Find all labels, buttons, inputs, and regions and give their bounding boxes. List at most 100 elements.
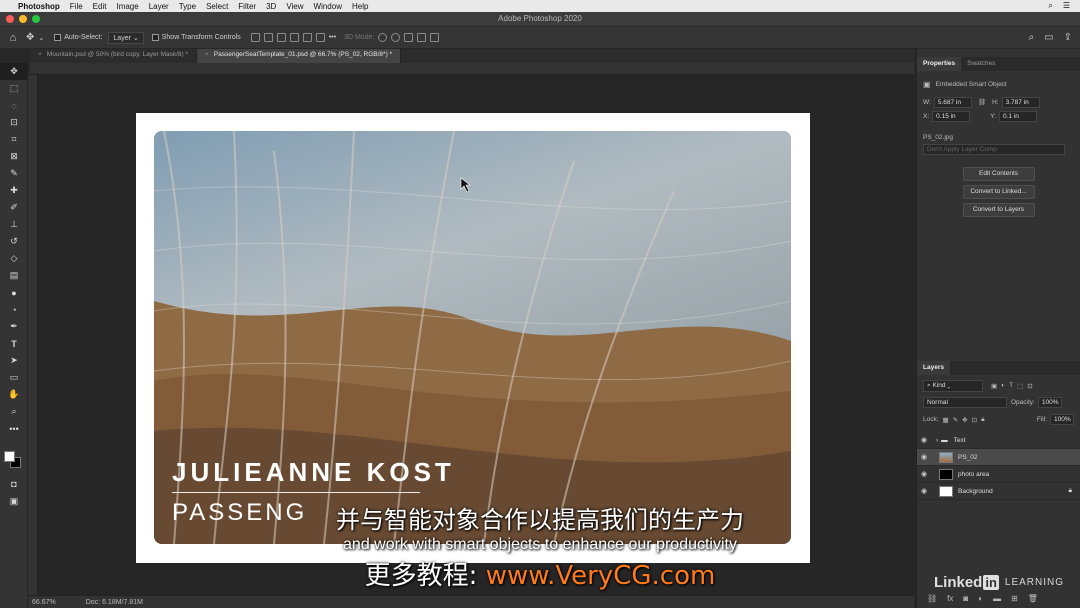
more-options-icon[interactable]: •••	[329, 34, 336, 41]
layer-background[interactable]: ◉ Background 🔒︎	[917, 483, 1080, 500]
blur-tool-icon[interactable]: ●	[0, 284, 28, 301]
menu-type[interactable]: Type	[179, 2, 196, 11]
pan-3d-icon[interactable]	[404, 33, 414, 42]
frame-tool-icon[interactable]: ⊠	[0, 148, 28, 165]
lock-paint-icon[interactable]: ✎	[953, 416, 958, 424]
search-icon[interactable]: ⌕	[1048, 1, 1052, 11]
layer-kind-filter[interactable]: ⌕ Kind ⌄	[923, 379, 983, 392]
align-center-icon[interactable]	[302, 33, 312, 42]
hand-tool-icon[interactable]: ✋	[0, 386, 28, 403]
orbit-3d-icon[interactable]	[378, 33, 388, 42]
quick-select-tool-icon[interactable]: ⊡	[0, 114, 28, 131]
menu-image[interactable]: Image	[116, 2, 138, 11]
menu-edit[interactable]: Edit	[93, 2, 107, 11]
menu-layer[interactable]: Layer	[149, 2, 169, 11]
document-title-text[interactable]: JULIEANNE KOST	[172, 457, 455, 488]
shape-tool-icon[interactable]: ▭	[0, 369, 28, 386]
pen-tool-icon[interactable]: ✒	[0, 318, 28, 335]
fill-field[interactable]: 100%	[1050, 414, 1074, 425]
type-tool-icon[interactable]: T	[0, 335, 28, 352]
quick-mask-icon[interactable]: ◘	[0, 475, 28, 492]
path-select-tool-icon[interactable]: ➤	[0, 352, 28, 369]
close-icon[interactable]: ×	[38, 51, 42, 58]
tab-swatches[interactable]: Swatches	[961, 57, 1001, 71]
move-tool-icon[interactable]: ✥	[26, 32, 34, 43]
tab-passenger-seat[interactable]: × PassengerSeatTemplate_01.psd @ 66.7% (P…	[197, 49, 402, 63]
auto-select-dropdown[interactable]: Layer ⌄	[108, 31, 144, 44]
brush-tool-icon[interactable]: ✐	[0, 199, 28, 216]
filter-pixel-icon[interactable]: ▣	[991, 382, 997, 390]
menu-list-icon[interactable]: ☰	[1063, 1, 1070, 11]
close-icon[interactable]: ×	[205, 51, 209, 58]
lock-all-icon[interactable]: 🔒︎	[981, 416, 984, 424]
align-left-icon[interactable]	[289, 33, 299, 42]
stamp-tool-icon[interactable]: ⊥	[0, 216, 28, 233]
eraser-tool-icon[interactable]: ◇	[0, 250, 28, 267]
filter-adjust-icon[interactable]: ◐	[1001, 382, 1005, 389]
edit-contents-button[interactable]: Edit Contents	[962, 167, 1035, 181]
visibility-eye-icon[interactable]: ◉	[921, 470, 933, 478]
menu-file[interactable]: File	[70, 2, 83, 11]
link-layers-icon[interactable]: ⛓	[927, 594, 937, 603]
workspace-icon[interactable]: ▭	[1044, 32, 1053, 43]
menu-select[interactable]: Select	[206, 2, 228, 11]
opacity-field[interactable]: 100%	[1037, 397, 1062, 408]
h-field[interactable]: 3.787 in	[1001, 96, 1040, 108]
zoom-tool-icon[interactable]: ⌕	[0, 403, 28, 420]
layer-comp-dropdown[interactable]: Don't Apply Layer Comp	[923, 143, 1065, 155]
doc-size[interactable]: Doc: 6.18M/7.81M	[86, 599, 143, 606]
link-icon[interactable]: ⛓	[978, 98, 986, 106]
menu-filter[interactable]: Filter	[238, 2, 256, 11]
transform-controls-checkbox[interactable]	[151, 34, 159, 41]
lock-icon[interactable]: 🔒︎	[1069, 487, 1072, 495]
tab-mountain[interactable]: × Mountain.psd @ 50% (bird copy, Layer Ma…	[30, 49, 198, 63]
share-icon[interactable]: ⇪	[1064, 32, 1072, 43]
lock-position-icon[interactable]: ✥	[962, 416, 967, 424]
search-icon[interactable]: ⌕	[1029, 32, 1035, 43]
filter-smart-icon[interactable]: ⊡	[1027, 382, 1032, 390]
dodge-tool-icon[interactable]: ◔	[0, 301, 28, 318]
healing-brush-tool-icon[interactable]: ✚	[0, 182, 28, 199]
menu-window[interactable]: Window	[314, 2, 342, 11]
visibility-eye-icon[interactable]: ◉	[921, 487, 933, 495]
align-middle-icon[interactable]	[263, 33, 273, 42]
filter-type-icon[interactable]: T	[1009, 382, 1013, 389]
zoom-level[interactable]: 66.67%	[32, 599, 56, 606]
menu-help[interactable]: Help	[352, 2, 368, 11]
visibility-eye-icon[interactable]: ◉	[921, 436, 933, 444]
add-mask-icon[interactable]: ◙	[963, 594, 968, 603]
x-field[interactable]: 0.15 in	[932, 110, 971, 122]
roll-3d-icon[interactable]	[391, 33, 401, 42]
scale-3d-icon[interactable]	[430, 33, 440, 42]
auto-select-checkbox[interactable]	[54, 34, 62, 41]
layer-ps-02[interactable]: ◉ PS_02	[917, 449, 1080, 466]
lock-pixels-icon[interactable]: ▦	[943, 416, 949, 424]
new-group-icon[interactable]: ▬	[993, 594, 1001, 603]
tab-properties[interactable]: Properties	[917, 57, 962, 71]
tool-preset-chevron-icon[interactable]: ⌄	[38, 34, 44, 42]
slide-3d-icon[interactable]	[417, 33, 427, 42]
edit-toolbar-icon[interactable]: •••	[0, 420, 28, 437]
align-right-icon[interactable]	[315, 33, 325, 42]
marquee-tool-icon[interactable]: ⬚	[0, 80, 28, 97]
align-bottom-icon[interactable]	[276, 33, 286, 42]
y-field[interactable]: 0.1 in	[998, 110, 1037, 122]
gradient-tool-icon[interactable]: ▤	[0, 267, 28, 284]
menu-3d[interactable]: 3D	[266, 2, 276, 11]
eyedropper-tool-icon[interactable]: ✎	[0, 165, 28, 182]
foreground-color-swatch[interactable]	[4, 451, 15, 462]
menu-app-name[interactable]: Photoshop	[18, 2, 60, 11]
adjustment-layer-icon[interactable]: ◐	[978, 594, 983, 603]
lasso-tool-icon[interactable]: ◌	[0, 97, 28, 114]
fx-icon[interactable]: fx	[947, 594, 953, 603]
blend-mode-dropdown[interactable]: Normal	[923, 397, 1007, 408]
visibility-eye-icon[interactable]: ◉	[921, 453, 933, 461]
w-field[interactable]: 5.687 in	[933, 96, 972, 108]
align-top-icon[interactable]	[250, 33, 260, 42]
tab-layers[interactable]: Layers	[917, 361, 950, 375]
crop-tool-icon[interactable]: ⌗	[0, 131, 28, 148]
menu-view[interactable]: View	[286, 2, 303, 11]
lock-artboard-icon[interactable]: ⊡	[972, 416, 977, 424]
layer-text[interactable]: ◉ › ▬ Text	[917, 432, 1080, 449]
convert-to-layers-button[interactable]: Convert to Layers	[962, 203, 1035, 217]
